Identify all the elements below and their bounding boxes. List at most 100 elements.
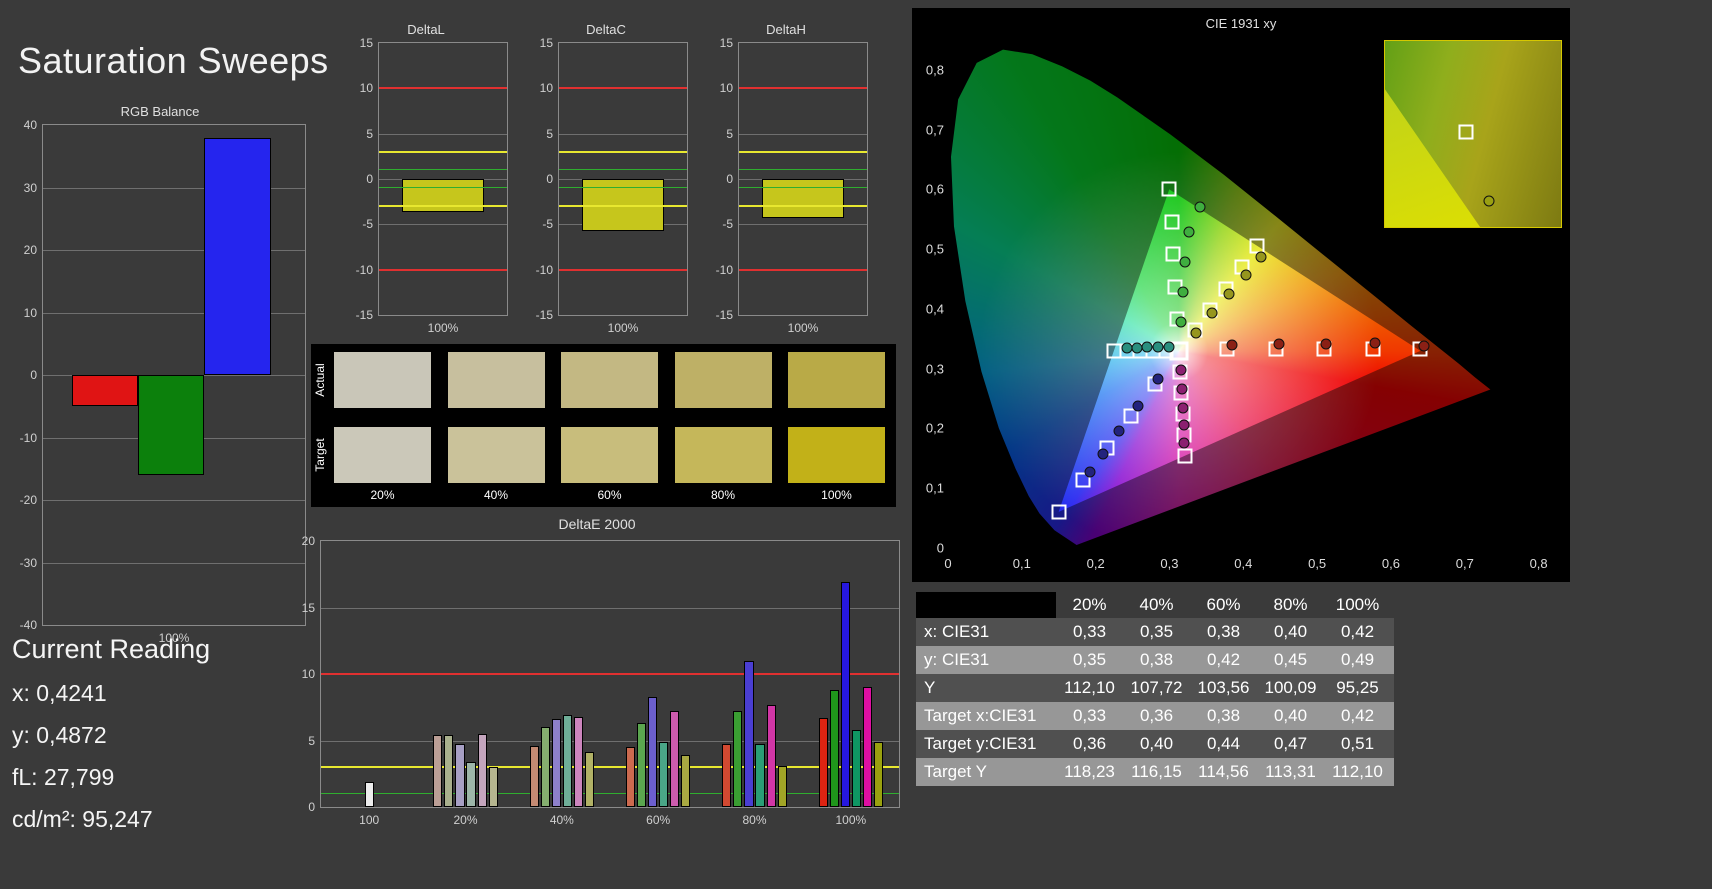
column-header [916,592,1056,618]
measured-point-magenta [1178,419,1189,431]
deltal-title: DeltaL [407,22,445,37]
limit-line-2fae2f [379,187,507,189]
bar [585,752,595,807]
column-header: 40% [1139,595,1174,614]
limit-line-e8e830 [379,205,507,208]
bar [744,660,754,807]
bar [733,711,743,807]
x-axis-tick-label: 60% [646,813,671,827]
bar [851,729,861,807]
current-reading-heading: Current Reading [12,634,211,664]
measurement-table[interactable]: 20% 40% 60% 80% 100% x: CIE31 0,33 0,35 0,38 0,40… [916,592,1394,786]
limit-line-e03030 [321,673,899,675]
table-cell: 116,15 [1131,762,1182,781]
measured-point-magenta [1177,402,1189,414]
limit-line-e03030 [559,268,687,271]
current-reading: Current Reading x: 0,4241 y: 0,4872 fL: … [12,634,210,833]
table-cell: 112,10 [1332,762,1383,781]
cie-chart-panel[interactable]: CIE 1931 xy 0 0 0,1 0,1 0,2 0,2 0,3 0,3 0,4 0,4 0,… [912,8,1570,582]
bar [488,767,498,807]
measured-point-cyan [1141,341,1153,353]
bar [573,716,584,807]
gridline [43,562,305,564]
swatch-actual [561,352,658,408]
gridline [559,133,687,135]
x-axis-tick-label: 100% [835,813,867,827]
bar [138,375,205,475]
y-axis-tick-label: 0,2 [925,420,944,436]
deltah-chart[interactable]: DeltaH 15 10 5 0 -5 -10 -15 100% [698,22,874,335]
x-axis-tick-label: 0,8 [1529,556,1548,571]
y-axis-tick-label: -5 [542,217,553,232]
y-axis-tick-label: 0,1 [925,480,944,496]
table-cell: 0,42 [1206,650,1241,669]
measured-point-cyan [1152,341,1164,353]
x-axis-tick-label: 40% [549,813,574,827]
target-marker-green [1161,181,1177,197]
deltah-title: DeltaH [766,22,806,37]
x-axis-tick-label: 0,5 [1308,556,1327,571]
table-cell: 0,40 [1139,734,1174,753]
table-cell: 0,42 [1340,622,1375,641]
x-axis-tick-label: 0,2 [1086,556,1105,571]
y-axis-tick-label: 0 [30,368,37,382]
rgb-balance-plot: 40 30 20 10 0 -10 -20 -30 -40 100% [20,118,306,645]
y-axis-tick-label: 10 [23,305,37,320]
x-axis-tick-label: 0,3 [1160,556,1179,571]
deltac-chart[interactable]: DeltaC 15 10 5 0 -5 -10 -15 100% [518,22,694,335]
measured-point-blue [1152,373,1164,385]
measured-point-yellow [1190,327,1202,339]
bar [659,741,669,807]
bar [455,744,465,807]
bar [540,727,550,807]
measured-point-red [1418,340,1430,352]
y-axis-tick-label: 0 [546,172,553,186]
x-axis-tick-label: 80% [742,813,767,827]
row-label: y: CIE31 [924,650,990,669]
y-axis-tick-label: -20 [19,493,37,507]
reading-cdm2: cd/m²: 95,247 [12,806,153,832]
target-marker-blue [1051,504,1067,520]
swatch-column-label: 60% [597,488,622,502]
deltac-plot: 15 10 5 0 -5 -10 -15 100% [536,36,688,335]
row-label: Target Y [924,762,988,781]
y-axis-tick-label: 15 [301,600,315,615]
limit-line-e03030 [379,87,507,90]
measured-point-green [1179,256,1191,268]
x-axis-tick-label: 0 [944,556,952,571]
bar [551,719,561,807]
x-axis-tick-label: 0,4 [1234,556,1253,571]
table-cell: 0,38 [1206,706,1241,725]
table-row: x: CIE31 0,33 0,35 0,38 0,40 0,42 [916,618,1394,646]
y-axis-tick-label: 10 [719,81,733,96]
bar [444,735,454,807]
y-axis-tick-label: 0,3 [925,361,944,377]
table-row: Target Y 118,23 116,15 114,56 113,31 112,10 [916,758,1394,786]
y-axis-tick-label: 0,5 [925,241,944,257]
deltae2000-chart[interactable]: DeltaE 2000 20 15 10 5 0 100 20% 40% 60% 80% 100% [288,516,906,827]
x-axis-label: 100% [787,321,819,335]
measured-point-red [1226,339,1238,351]
swatch-column-label: 100% [821,488,852,502]
bar [777,765,787,807]
table-row: Target x:CIE31 0,33 0,36 0,38 0,40 0,42 [916,702,1394,730]
table-cell: 114,56 [1198,762,1249,781]
row-label: Y [924,678,936,697]
table-cell: 0,42 [1340,706,1375,725]
y-axis-tick-label: 0 [308,800,315,814]
table-cell: 0,40 [1273,622,1308,641]
bar [840,582,850,807]
y-axis-tick-label: 10 [301,667,315,681]
deltal-chart[interactable]: DeltaL 15 10 5 0 -5 -10 -15 100% [338,22,514,335]
rgb-balance-chart[interactable]: RGB Balance 40 30 20 10 0 -10 -20 -30 -40 100% [8,104,312,670]
deltae2000-title: DeltaE 2000 [558,516,636,532]
swatch-actual [334,352,431,408]
limit-line-e8e830 [739,150,867,153]
bar [562,715,572,807]
measured-point-blue [1097,448,1109,460]
table-cell: 113,31 [1265,762,1316,781]
gridline [739,133,867,135]
limit-line-e8e830 [379,150,507,153]
color-swatch-panel[interactable]: Actual Target 20% 40% 60% 80% 100% [311,344,896,507]
y-axis-tick-label: 15 [719,36,733,50]
